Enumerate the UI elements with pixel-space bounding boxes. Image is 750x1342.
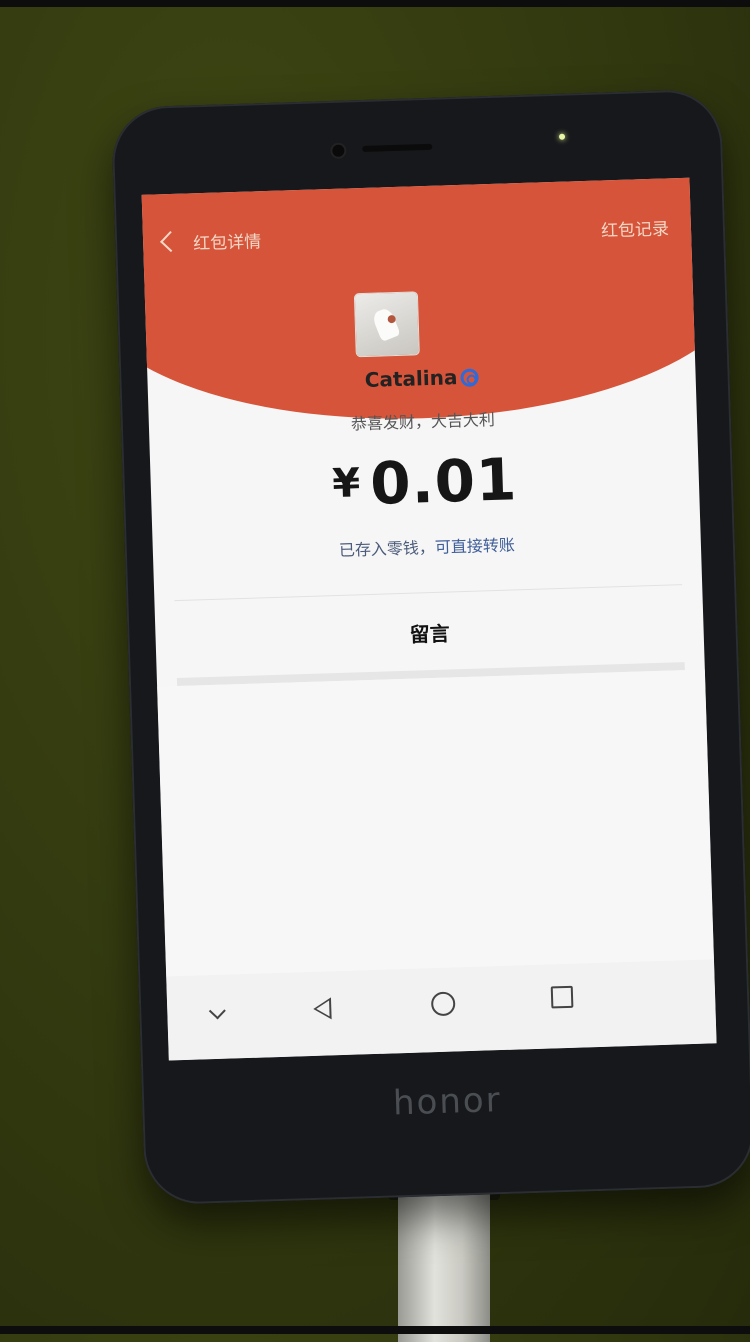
earpiece-speaker — [362, 143, 433, 152]
page-title: 红包详情 — [192, 232, 262, 255]
system-nav-bar — [166, 959, 717, 1061]
stored-status: 已存入零钱，可直接转账 — [153, 526, 701, 567]
divider — [174, 584, 683, 602]
bottom-frame-strip — [0, 1326, 750, 1334]
back-triangle-icon[interactable] — [312, 997, 332, 1020]
avatar-figure — [370, 306, 401, 342]
red-envelope-record-link[interactable]: 红包记录 — [601, 214, 670, 241]
brand-logo: honor — [392, 1080, 503, 1124]
phone-device: 红包详情 红包记录 Catalina 恭喜发财，大吉大利 ¥0.01 已存入零钱… — [110, 88, 750, 1206]
amount-value: 0.01 — [369, 445, 519, 518]
home-circle-icon[interactable] — [430, 991, 456, 1017]
back-arrow-icon[interactable] — [160, 230, 182, 253]
currency-symbol: ¥ — [331, 460, 361, 508]
sender-name: Catalina — [364, 365, 458, 393]
chevron-down-icon[interactable] — [208, 1002, 226, 1020]
avatar[interactable] — [354, 292, 419, 357]
phone-screen: 红包详情 红包记录 Catalina 恭喜发财，大吉大利 ¥0.01 已存入零钱… — [141, 177, 717, 1061]
message-button[interactable]: 留言 — [155, 610, 704, 656]
top-frame-strip — [0, 0, 750, 7]
notification-led — [558, 133, 566, 140]
amount-display: ¥0.01 — [150, 440, 700, 525]
front-camera — [332, 144, 345, 157]
stored-status-text: 已存入零钱， — [338, 537, 436, 560]
transfer-link[interactable]: 可直接转账 — [435, 535, 516, 557]
swirl-icon — [460, 368, 479, 388]
empty-content-area — [157, 669, 714, 977]
usb-cable — [398, 1192, 490, 1342]
recent-square-icon[interactable] — [550, 985, 574, 1009]
